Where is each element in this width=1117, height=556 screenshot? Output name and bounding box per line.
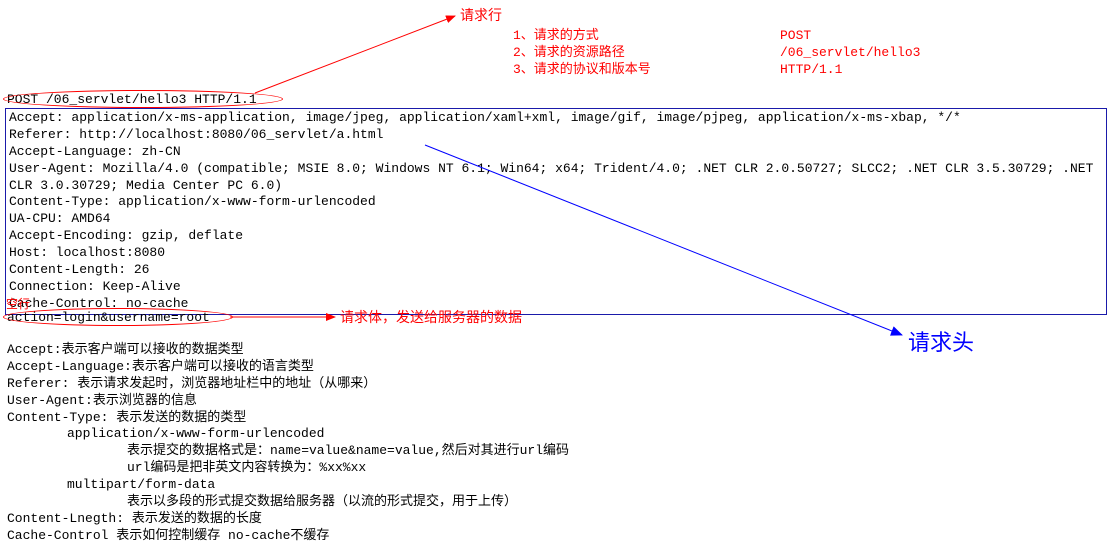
request-body: action=login&username=root [7,310,210,327]
hdr-ua-cpu: UA-CPU: AMD64 [9,211,1103,228]
hdr-host: Host: localhost:8080 [9,245,1103,262]
exp-content-length: Content-Lnegth: 表示发送的数据的长度 [7,511,569,528]
request-line-label: 请求行 [460,8,502,26]
exp-referer: Referer: 表示请求发起时，浏览器地址栏中的地址（从哪来） [7,376,569,393]
exp-cache-control: Cache-Control 表示如何控制缓存 no-cache不缓存 [7,528,569,545]
request-body-label: 请求体，发送给服务器的数据 [340,310,522,328]
req-val-2: /06_servlet/hello3 [780,45,920,62]
exp-user-agent: User-Agent:表示浏览器的信息 [7,393,569,410]
headers-box: Accept: application/x-ms-application, im… [5,108,1107,315]
hdr-accept-language: Accept-Language: zh-CN [9,144,1103,161]
req-part-2: 2、请求的资源路径 [513,45,651,62]
exp-content-type: Content-Type: 表示发送的数据的类型 [7,410,569,427]
exp-ct-sub1-desc2: url编码是把非英文内容转换为：%xx%xx [7,460,569,477]
hdr-connection: Connection: Keep-Alive [9,279,1103,296]
hdr-accept: Accept: application/x-ms-application, im… [9,110,1103,127]
hdr-content-type: Content-Type: application/x-www-form-url… [9,194,1103,211]
hdr-content-length: Content-Length: 26 [9,262,1103,279]
hdr-referer: Referer: http://localhost:8080/06_servle… [9,127,1103,144]
exp-accept-language: Accept-Language:表示客户端可以接收的语言类型 [7,359,569,376]
explanations: Accept:表示客户端可以接收的数据类型 Accept-Language:表示… [7,342,569,545]
exp-ct-sub1: application/x-www-form-urlencoded [7,426,569,443]
exp-ct-sub2-desc: 表示以多段的形式提交数据给服务器（以流的形式提交，用于上传） [7,494,569,511]
exp-accept: Accept:表示客户端可以接收的数据类型 [7,342,569,359]
hdr-accept-encoding: Accept-Encoding: gzip, deflate [9,228,1103,245]
req-part-3: 3、请求的协议和版本号 [513,62,651,79]
req-val-1: POST [780,28,920,45]
request-line: POST /06_servlet/hello3 HTTP/1.1 [7,92,257,109]
exp-ct-sub1-desc1: 表示提交的数据格式是：name=value&name=value,然后对其进行u… [7,443,569,460]
request-header-label: 请求头 [908,329,974,358]
exp-ct-sub2: multipart/form-data [7,477,569,494]
req-val-3: HTTP/1.1 [780,62,920,79]
hdr-user-agent: User-Agent: Mozilla/4.0 (compatible; MSI… [9,161,1103,195]
req-part-1: 1、请求的方式 [513,28,651,45]
